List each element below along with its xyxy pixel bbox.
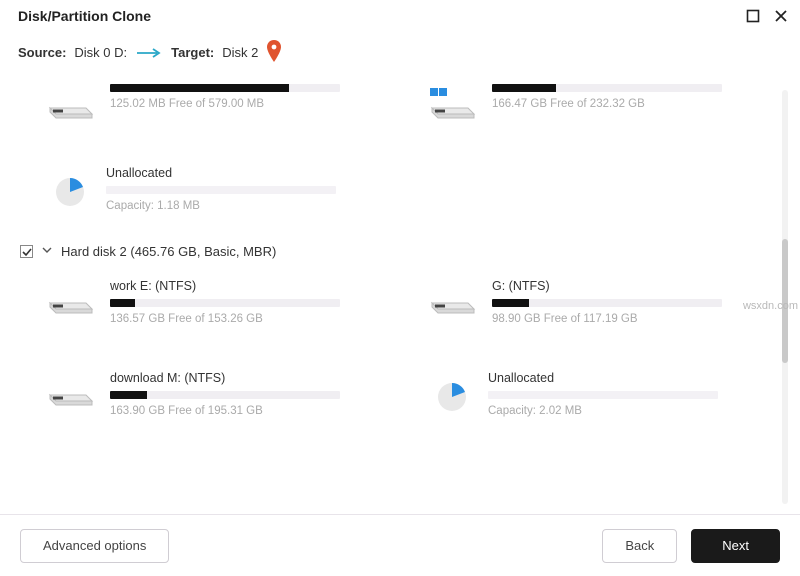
partition-cell[interactable]: 125.02 MB Free of 579.00 MB <box>46 84 386 120</box>
partition-name: work E: (NTFS) <box>110 279 386 293</box>
partition-cell[interactable]: download M: (NTFS) 163.90 GB Free of 195… <box>46 371 386 417</box>
partition-row: Unallocated Capacity: 1.18 MB <box>18 160 774 230</box>
drive-icon <box>46 371 94 407</box>
usage-bar <box>110 299 340 307</box>
back-button[interactable]: Back <box>602 529 677 563</box>
partition-info: 125.02 MB Free of 579.00 MB <box>110 84 386 120</box>
usage-bar <box>106 186 336 194</box>
window-controls <box>746 9 788 23</box>
disk-group-label: Hard disk 2 (465.76 GB, Basic, MBR) <box>61 244 276 259</box>
pie-icon <box>432 375 472 415</box>
partition-free-text: 136.57 GB Free of 153.26 GB <box>110 313 386 325</box>
partition-list: 125.02 MB Free of 579.00 MB 166.47 GB Fr… <box>18 78 774 512</box>
partition-capacity-text: Capacity: 1.18 MB <box>106 200 386 212</box>
partition-row: 125.02 MB Free of 579.00 MB 166.47 GB Fr… <box>18 78 774 138</box>
next-button[interactable]: Next <box>691 529 780 563</box>
titlebar: Disk/Partition Clone <box>0 0 800 36</box>
partition-name: Unallocated <box>488 371 768 385</box>
partition-capacity-text: Capacity: 2.02 MB <box>488 405 768 417</box>
watermark: wsxdn.com <box>743 300 798 312</box>
partition-row: download M: (NTFS) 163.90 GB Free of 195… <box>18 365 774 435</box>
partition-free-text: 163.90 GB Free of 195.31 GB <box>110 405 386 417</box>
footer: Advanced options Back Next <box>0 514 800 576</box>
drive-icon <box>428 279 476 315</box>
partition-cell[interactable]: 166.47 GB Free of 232.32 GB <box>428 84 768 120</box>
partition-row: work E: (NTFS) 136.57 GB Free of 153.26 … <box>18 273 774 343</box>
usage-bar <box>110 391 340 399</box>
partition-info: Unallocated Capacity: 1.18 MB <box>106 166 386 212</box>
target-label: Target: <box>171 45 214 60</box>
source-label: Source: <box>18 45 66 60</box>
partition-info: 166.47 GB Free of 232.32 GB <box>492 84 768 120</box>
maximize-icon[interactable] <box>746 9 760 23</box>
partition-info: Unallocated Capacity: 2.02 MB <box>488 371 768 417</box>
partition-info: G: (NTFS) 98.90 GB Free of 117.19 GB <box>492 279 768 325</box>
partition-name: Unallocated <box>106 166 386 180</box>
partition-free-text: 98.90 GB Free of 117.19 GB <box>492 313 768 325</box>
disk-group-header[interactable]: Hard disk 2 (465.76 GB, Basic, MBR) <box>18 230 774 273</box>
drive-icon <box>46 279 94 315</box>
partition-info: download M: (NTFS) 163.90 GB Free of 195… <box>110 371 386 417</box>
scrollbar[interactable] <box>782 90 788 504</box>
checkbox-icon[interactable] <box>20 245 33 258</box>
partition-name: G: (NTFS) <box>492 279 768 293</box>
partition-free-text: 125.02 MB Free of 579.00 MB <box>110 98 386 110</box>
partition-cell[interactable]: work E: (NTFS) 136.57 GB Free of 153.26 … <box>46 279 386 325</box>
path-row: Source: Disk 0 D: Target: Disk 2 <box>0 36 800 75</box>
usage-bar <box>110 84 340 92</box>
pie-icon <box>50 170 90 210</box>
source-value: Disk 0 D: <box>74 45 127 60</box>
partition-cell[interactable]: Unallocated Capacity: 2.02 MB <box>428 371 768 417</box>
partition-free-text: 166.47 GB Free of 232.32 GB <box>492 98 768 110</box>
map-pin-icon <box>266 40 282 65</box>
target-value: Disk 2 <box>222 45 258 60</box>
partition-cell[interactable]: Unallocated Capacity: 1.18 MB <box>46 166 386 212</box>
close-icon[interactable] <box>774 9 788 23</box>
partition-info: work E: (NTFS) 136.57 GB Free of 153.26 … <box>110 279 386 325</box>
drive-icon <box>428 84 476 120</box>
arrow-icon <box>135 47 163 59</box>
usage-bar <box>492 299 722 307</box>
usage-bar <box>488 391 718 399</box>
usage-bar <box>492 84 722 92</box>
chevron-down-icon[interactable] <box>41 244 53 259</box>
partition-cell[interactable]: G: (NTFS) 98.90 GB Free of 117.19 GB <box>428 279 768 325</box>
window-title: Disk/Partition Clone <box>18 8 151 24</box>
drive-icon <box>46 84 94 120</box>
advanced-options-button[interactable]: Advanced options <box>20 529 169 563</box>
partition-name: download M: (NTFS) <box>110 371 386 385</box>
